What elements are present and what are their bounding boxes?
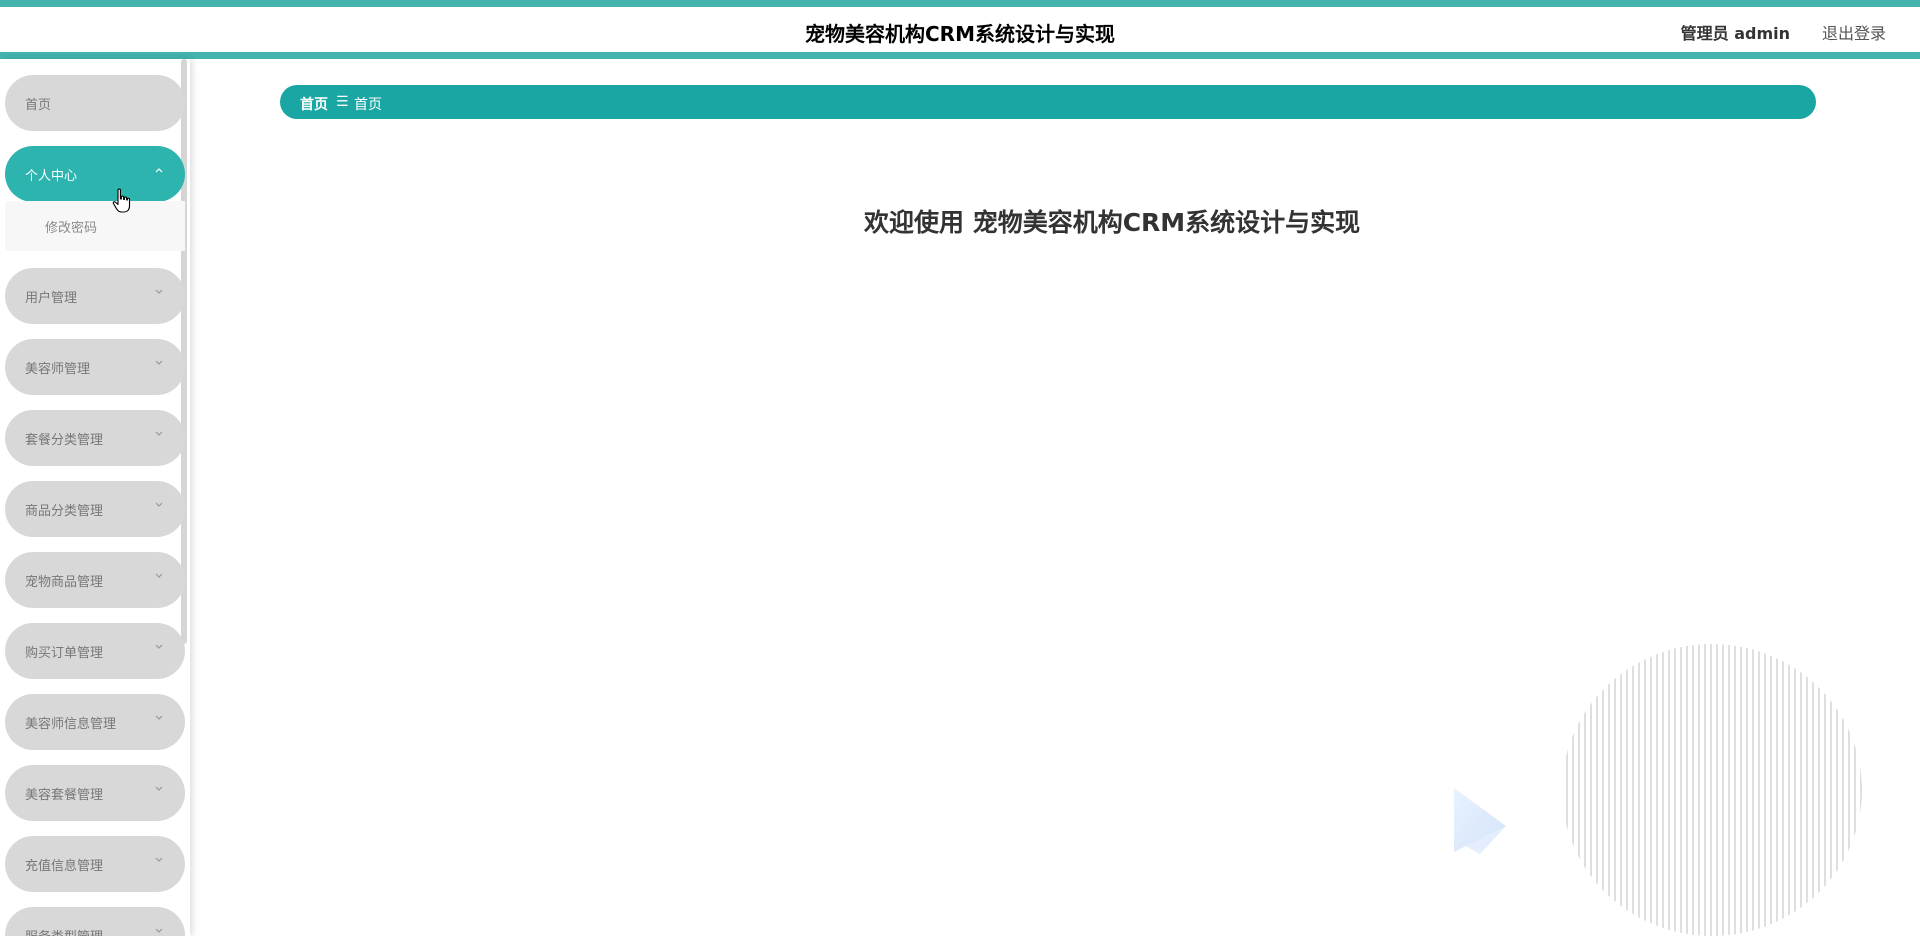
sidebar-item-beautician-management[interactable]: 美容师管理 — [5, 339, 185, 395]
sidebar-item-personal-center[interactable]: 个人中心 — [5, 146, 185, 202]
sidebar-item-beauty-package-management[interactable]: 美容套餐管理 — [5, 765, 185, 821]
breadcrumb-home[interactable]: 首页 — [300, 94, 328, 114]
chevron-down-icon — [155, 644, 163, 649]
sidebar-item-user-management[interactable]: 用户管理 — [5, 268, 185, 324]
header-bottom-stripe — [0, 52, 1920, 59]
sidebar-item-label: 美容套餐管理 — [25, 788, 104, 803]
chevron-down-icon — [155, 360, 163, 365]
chevron-up-icon — [155, 168, 163, 173]
sidebar-item-home[interactable]: 首页 — [5, 75, 185, 131]
hand-pointer-icon — [112, 188, 131, 213]
sidebar-item-label: 购买订单管理 — [25, 646, 104, 661]
header: 宠物美容机构CRM系统设计与实现 管理员 admin 退出登录 — [0, 7, 1920, 52]
sidebar-item-label: 宠物商品管理 — [25, 575, 104, 590]
sidebar: 首页 个人中心 修改密码 用户管理 美容师管理 套餐分类管理 商品分类管理 宠物… — [0, 59, 190, 936]
header-top-stripe — [0, 0, 1920, 7]
chevron-down-icon — [155, 715, 163, 720]
submenu-item-change-password[interactable]: 修改密码 — [45, 217, 97, 236]
sidebar-item-label: 美容师信息管理 — [25, 717, 117, 732]
sidebar-item-beautician-info-management[interactable]: 美容师信息管理 — [5, 694, 185, 750]
sidebar-item-label: 充值信息管理 — [25, 859, 104, 874]
decorative-watermark-icon — [1454, 644, 1862, 936]
sidebar-item-service-type-management[interactable]: 服务类型管理 — [5, 907, 185, 936]
sidebar-item-recharge-info-management[interactable]: 充值信息管理 — [5, 836, 185, 892]
submenu-personal-center: 修改密码 — [5, 201, 185, 251]
sidebar-item-label: 商品分类管理 — [25, 504, 104, 519]
breadcrumb-separator-icon: ☰ — [336, 94, 349, 110]
breadcrumb-current: 首页 — [354, 97, 382, 113]
chevron-down-icon — [155, 857, 163, 862]
chevron-down-icon — [155, 502, 163, 507]
sidebar-scrollbar[interactable] — [181, 59, 187, 644]
sidebar-item-package-category-management[interactable]: 套餐分类管理 — [5, 410, 185, 466]
chevron-down-icon — [155, 573, 163, 578]
chevron-down-icon — [155, 431, 163, 436]
sidebar-item-label: 套餐分类管理 — [25, 433, 104, 448]
breadcrumb: 首页 ☰ 首页 — [280, 85, 1816, 119]
sidebar-item-pet-product-management[interactable]: 宠物商品管理 — [5, 552, 185, 608]
sidebar-item-label: 用户管理 — [25, 291, 78, 306]
sidebar-item-purchase-order-management[interactable]: 购买订单管理 — [5, 623, 185, 679]
sidebar-item-label: 个人中心 — [25, 169, 78, 184]
chevron-down-icon — [155, 786, 163, 791]
current-user: 管理员 admin — [1680, 24, 1790, 43]
sidebar-item-label: 美容师管理 — [25, 362, 91, 377]
sidebar-item-label: 首页 — [25, 98, 52, 113]
sidebar-item-product-category-management[interactable]: 商品分类管理 — [5, 481, 185, 537]
sidebar-item-label: 服务类型管理 — [25, 926, 103, 936]
chevron-down-icon — [155, 928, 163, 933]
welcome-message: 欢迎使用 宠物美容机构CRM系统设计与实现 — [864, 208, 1361, 237]
chevron-down-icon — [155, 289, 163, 294]
logout-link[interactable]: 退出登录 — [1822, 20, 1886, 44]
app-title: 宠物美容机构CRM系统设计与实现 — [805, 22, 1115, 46]
